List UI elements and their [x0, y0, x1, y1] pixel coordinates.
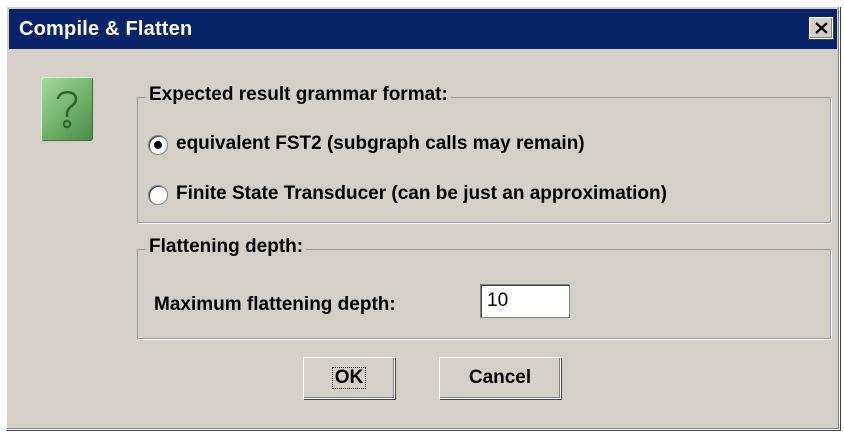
- close-button[interactable]: [809, 17, 833, 39]
- cancel-button[interactable]: Cancel: [439, 357, 561, 399]
- dialog-title: Compile & Flatten: [19, 18, 193, 40]
- option-label: equivalent FST2 (subgraph calls may rema…: [176, 133, 585, 154]
- title-bar[interactable]: Compile & Flatten: [9, 9, 837, 49]
- flattening-depth-legend: Flattening depth:: [146, 236, 307, 258]
- max-depth-label: Maximum flattening depth:: [154, 294, 396, 315]
- radio-button-selected[interactable]: [148, 135, 168, 155]
- question-icon: [41, 77, 93, 141]
- ok-button[interactable]: OK: [303, 357, 395, 399]
- close-x-icon: [815, 22, 828, 34]
- cancel-label: Cancel: [468, 367, 532, 388]
- result-format-legend: Expected result grammar format:: [146, 84, 451, 106]
- radio-button[interactable]: [148, 185, 168, 205]
- focus-rectangle: [332, 367, 366, 389]
- result-format-group: Expected result grammar format: equivale…: [137, 84, 831, 223]
- option-label: Finite State Transducer (can be just an …: [176, 183, 667, 204]
- max-depth-input[interactable]: [480, 284, 570, 318]
- compile-flatten-dialog: Compile & Flatten Expected result gramma…: [6, 6, 840, 430]
- flattening-depth-group: Flattening depth: Maximum flattening dep…: [137, 236, 831, 339]
